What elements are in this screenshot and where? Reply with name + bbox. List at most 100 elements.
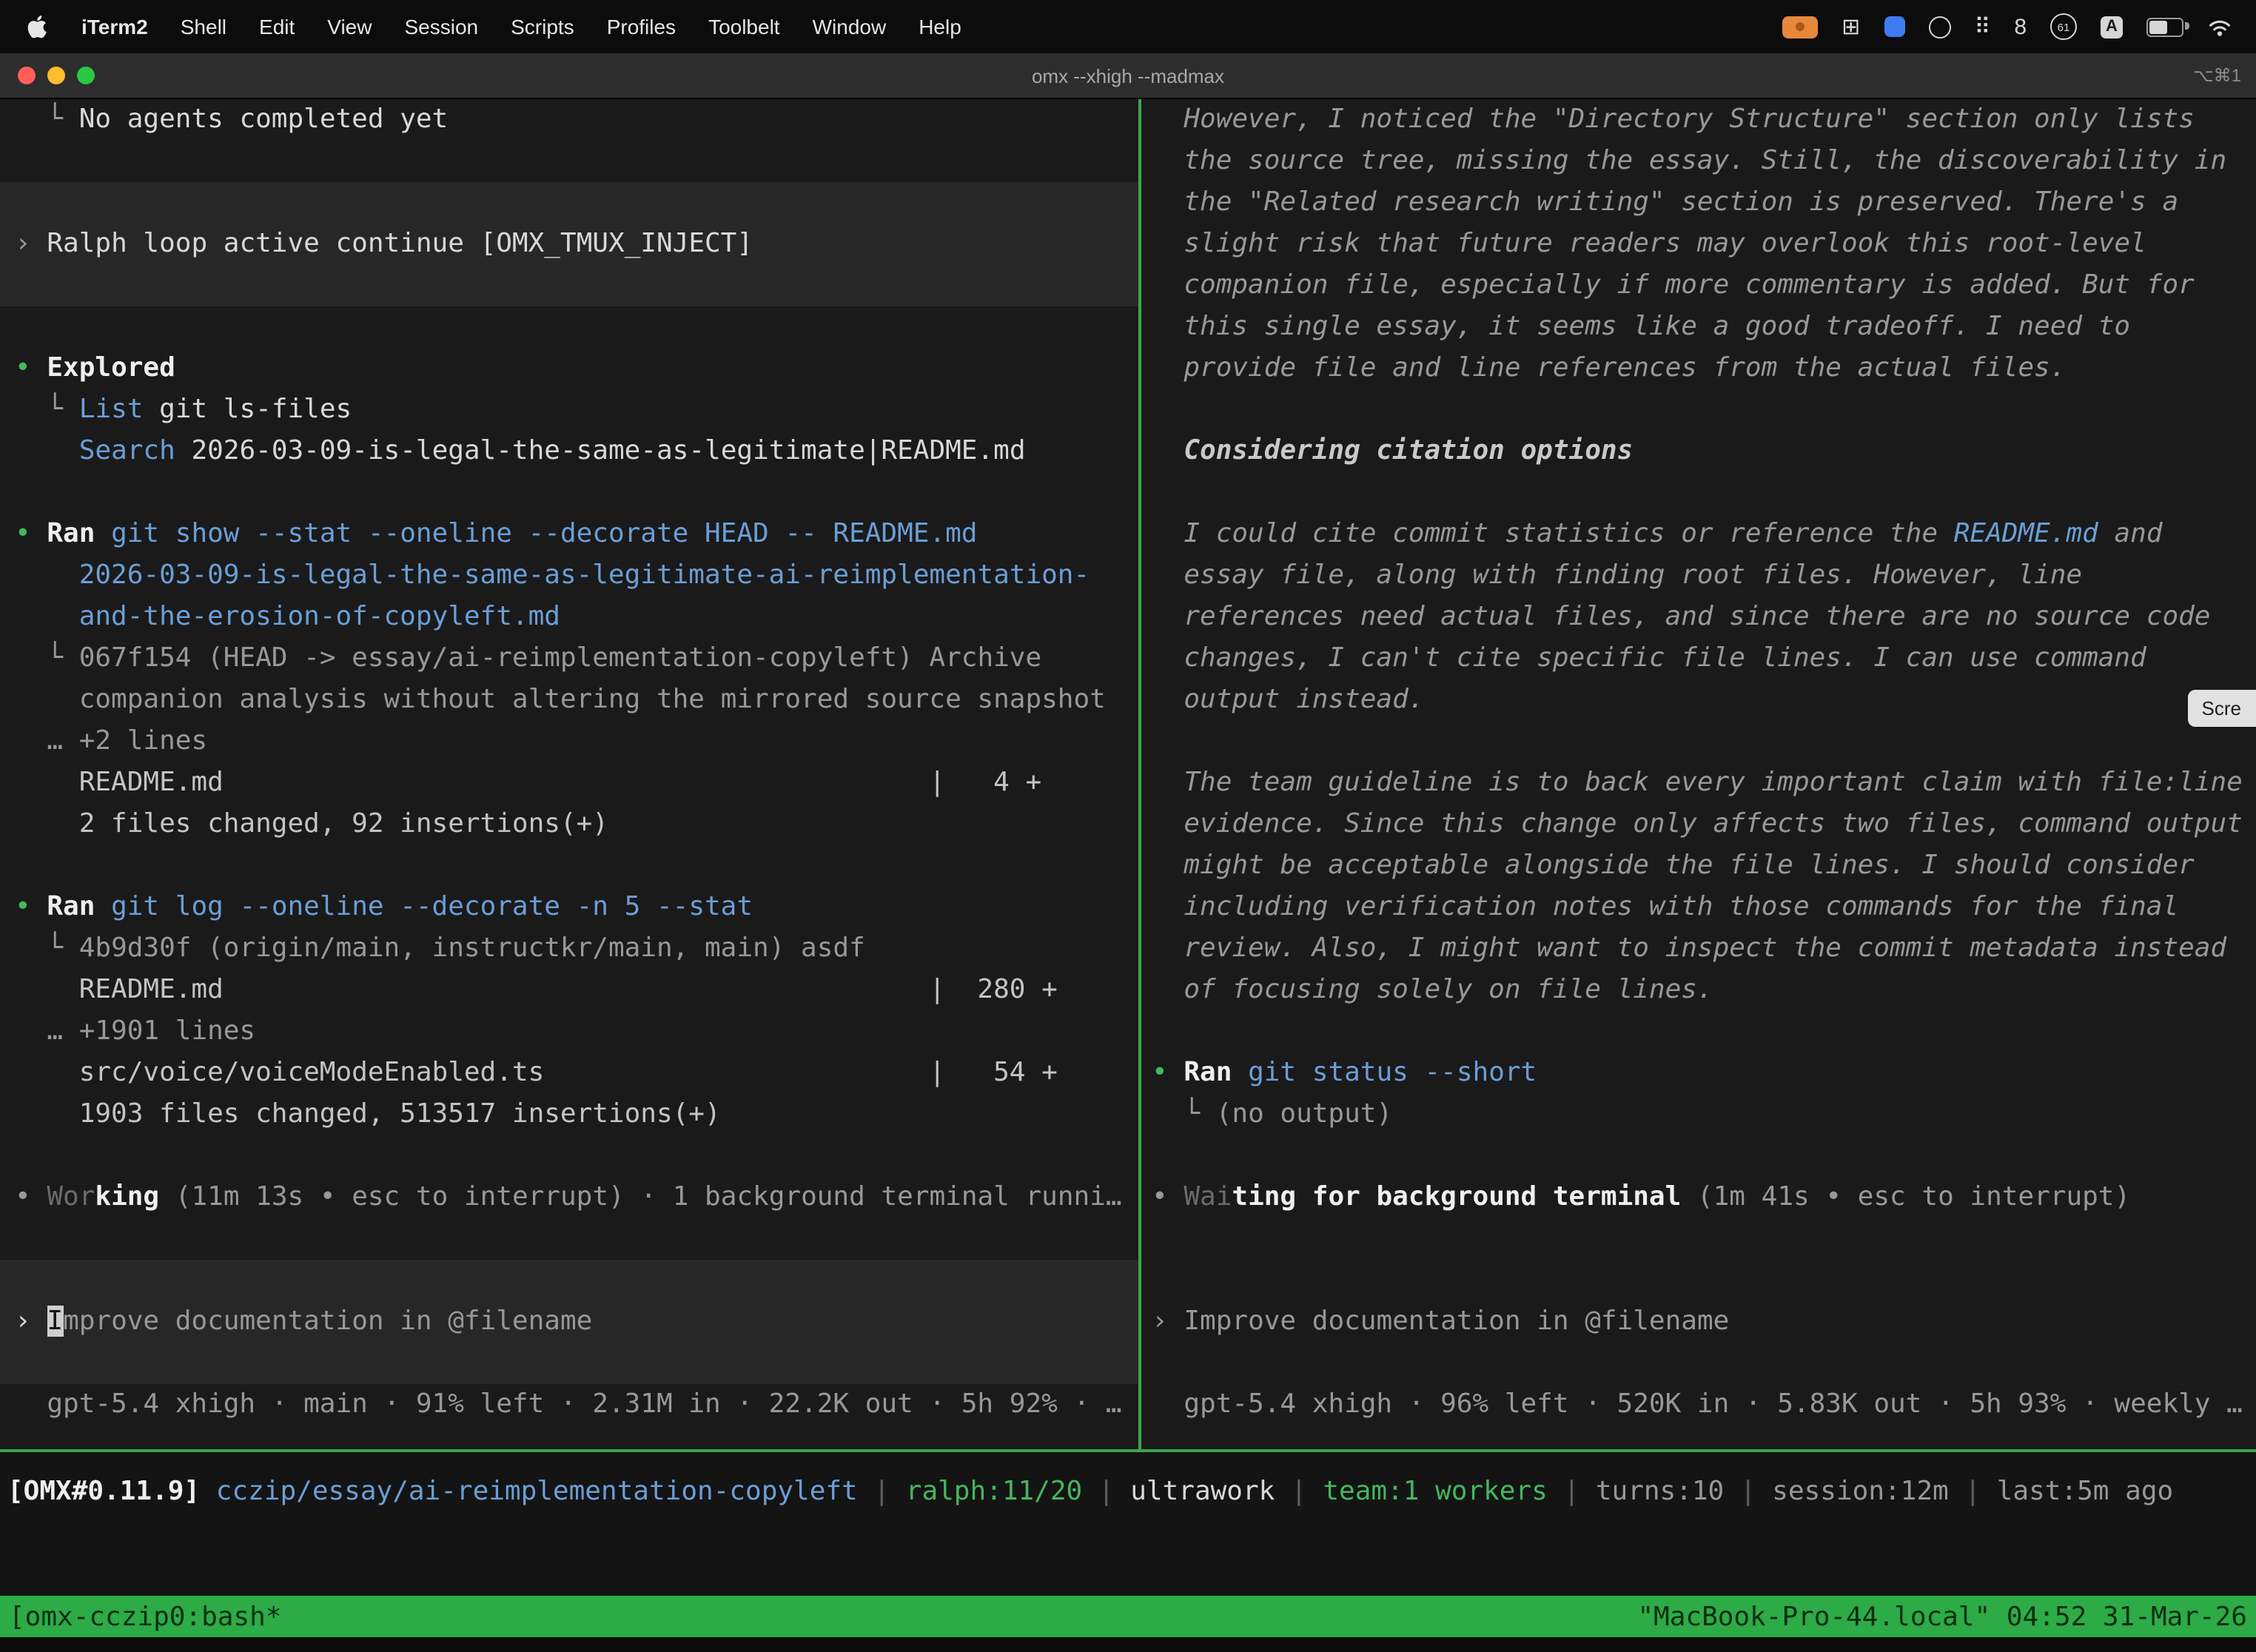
terminal-left-pane[interactable]: └ No agents completed yet › Ralph loop ac…: [0, 99, 1138, 1449]
apple-logo[interactable]: [9, 15, 65, 38]
terminal-line: review. Also, I might want to inspect th…: [1141, 928, 2256, 970]
terminal-line: └ 4b9d30f (origin/main, instructkr/main,…: [0, 928, 1138, 970]
screen-recording-indicator[interactable]: [1782, 16, 1818, 38]
prompt-input[interactable]: › Improve documentation in @filename: [1141, 1301, 2256, 1343]
circle-app-icon[interactable]: [1928, 16, 1950, 38]
menu-edit[interactable]: Edit: [243, 15, 311, 38]
text-segment: … +1901 lines: [15, 1015, 255, 1047]
terminal-line: [0, 1135, 1138, 1177]
text-segment: mprove documentation in @filename: [63, 1306, 592, 1337]
input-source-icon[interactable]: A: [2101, 16, 2123, 38]
tmux-session-label: [omx-cczip0:bash*: [9, 1601, 281, 1632]
terminal-line: 1903 files changed, 513517 insertions(+): [0, 1094, 1138, 1135]
macos-menubar: iTerm2 ShellEditViewSessionScriptsProfil…: [0, 0, 2256, 53]
menu-profiles[interactable]: Profiles: [591, 15, 692, 38]
text-segment: List: [79, 394, 144, 425]
terminal-line: [0, 306, 1138, 348]
waiting-status: • Waiting for background terminal (1m 41…: [1141, 1177, 2256, 1218]
terminal-line: provide file and line references from th…: [1141, 348, 2256, 389]
number-indicator[interactable]: 8: [2014, 16, 2027, 38]
terminal-line: [1141, 1135, 2256, 1177]
menu-scripts[interactable]: Scripts: [494, 15, 591, 38]
text-segment: evidence. Since this change only affects…: [1152, 808, 2243, 839]
terminal-line: [1141, 1260, 2256, 1301]
session-timer: session:12m: [1772, 1476, 1948, 1507]
terminal-line: [0, 141, 1138, 182]
terminal-right-pane[interactable]: However, I noticed the "Directory Struct…: [1141, 99, 2256, 1449]
text-segment: |: [1949, 1476, 1997, 1507]
text-segment: 1903 files changed, 513517 insertions(+): [15, 1098, 721, 1129]
terminal-line: [0, 845, 1138, 887]
terminal-line: 2 files changed, 92 insertions(+): [0, 804, 1138, 845]
text-segment: Ralph loop active continue [OMX_TMUX_INJ…: [47, 228, 753, 259]
battery-percent-icon[interactable]: 61: [2050, 13, 2077, 40]
text-segment: git ls-files: [143, 394, 352, 425]
prompt-chevron: ›: [15, 1306, 47, 1337]
tree-elbow: └: [15, 104, 79, 135]
dots-grid-icon[interactable]: ⠿: [1974, 16, 1990, 38]
bullet: •: [15, 891, 47, 922]
menu-view[interactable]: View: [311, 15, 388, 38]
menu-help[interactable]: Help: [902, 15, 978, 38]
text-segment: (1m 41s • esc to interrupt): [1681, 1181, 2130, 1212]
bullet: •: [15, 1181, 47, 1212]
tree-elbow: └: [15, 642, 79, 674]
text-segment: src/voice/voiceModeEnabled.ts | 54 +: [15, 1057, 1058, 1088]
apple-icon: [27, 15, 47, 38]
terminal-line: [0, 472, 1138, 514]
terminal-line: └ List git ls-files: [0, 389, 1138, 431]
text-segment: The team guideline is to back every impo…: [1152, 767, 2243, 798]
battery-icon[interactable]: [2146, 17, 2183, 36]
text-segment: [200, 1476, 216, 1507]
text-segment: provide file and line references from th…: [1152, 352, 2066, 383]
menu-shell[interactable]: Shell: [164, 15, 243, 38]
menu-toolbelt[interactable]: Toolbelt: [692, 15, 796, 38]
blue-app-icon[interactable]: [1884, 16, 1904, 37]
terminal-line: [1141, 1011, 2256, 1052]
text-segment: |: [1548, 1476, 1596, 1507]
terminal-line: The team guideline is to back every impo…: [1141, 762, 2256, 804]
team-counter: team:1 workers: [1323, 1476, 1547, 1507]
text-segment: … +2 lines: [15, 725, 207, 756]
text-segment: including verification notes with those …: [1152, 891, 2178, 922]
terminal-line: └ No agents completed yet: [0, 99, 1138, 141]
wifi-icon[interactable]: [2207, 17, 2232, 36]
text-segment: gpt-5.4 xhigh · main · 91% left · 2.31M …: [15, 1389, 1122, 1420]
window-shortcut-badge: ⌥⌘1: [2193, 65, 2241, 86]
prompt-chevron: ›: [1152, 1306, 1184, 1337]
text-segment: However, I noticed the "Directory Struct…: [1152, 104, 2195, 135]
terminal-line: README.md | 4 +: [0, 762, 1138, 804]
text-segment: review. Also, I might want to inspect th…: [1152, 933, 2226, 964]
session-status: gpt-5.4 xhigh · 96% left · 520K in · 5.8…: [1141, 1384, 2256, 1426]
text-segment: the source tree, missing the essay. Stil…: [1152, 145, 2226, 176]
text-segment: this single essay, it seems like a good …: [1152, 311, 2130, 342]
menu-window[interactable]: Window: [796, 15, 903, 38]
prompt-input[interactable]: › Improve documentation in @filename: [0, 1301, 1138, 1343]
terminal-line: [1141, 721, 2256, 762]
terminal-line: companion file, especially if more comme…: [1141, 265, 2256, 306]
text-segment: Considering citation options: [1152, 435, 1633, 466]
text-segment: 2 files changed, 92 insertions(+): [15, 808, 608, 839]
menu-app-name[interactable]: iTerm2: [65, 15, 164, 38]
text-segment: Ran: [1184, 1057, 1232, 1088]
text-segment: essay file, along with finding root file…: [1152, 560, 2082, 591]
screen: iTerm2 ShellEditViewSessionScriptsProfil…: [0, 0, 2256, 1652]
terminal-line: [0, 182, 1138, 224]
text-segment: I could cite commit statistics or refere…: [1152, 518, 1954, 549]
terminal-line: └ 067f154 (HEAD -> essay/ai-reimplementa…: [0, 638, 1138, 679]
omx-status-strip: [OMX#0.11.9] cczip/essay/ai-reimplementa…: [0, 1452, 2256, 1596]
text-segment: 067f154 (HEAD -> essay/ai-reimplementati…: [79, 642, 1041, 674]
tree-elbow: └: [15, 394, 79, 425]
text-segment: the "Related research writing" section i…: [1152, 187, 2178, 218]
menu-session[interactable]: Session: [388, 15, 494, 38]
bullet: •: [1152, 1057, 1184, 1088]
terminal-line: changes, I can't cite specific file line…: [1141, 638, 2256, 679]
grid-icon[interactable]: ⊞: [1842, 16, 1860, 38]
menubar-status-cluster: ⊞ ⠿ 8 61 A: [1782, 13, 2256, 40]
text-segment: and-the-erosion-of-copyleft.md: [15, 601, 560, 632]
terminal-line: might be acceptable alongside the file l…: [1141, 845, 2256, 887]
screen-tooltip: Scre: [2189, 690, 2256, 727]
branch-name: cczip/essay/ai-reimplementation-copyleft: [216, 1476, 858, 1507]
terminal-line: └ (no output): [1141, 1094, 2256, 1135]
text-segment: |: [1082, 1476, 1130, 1507]
